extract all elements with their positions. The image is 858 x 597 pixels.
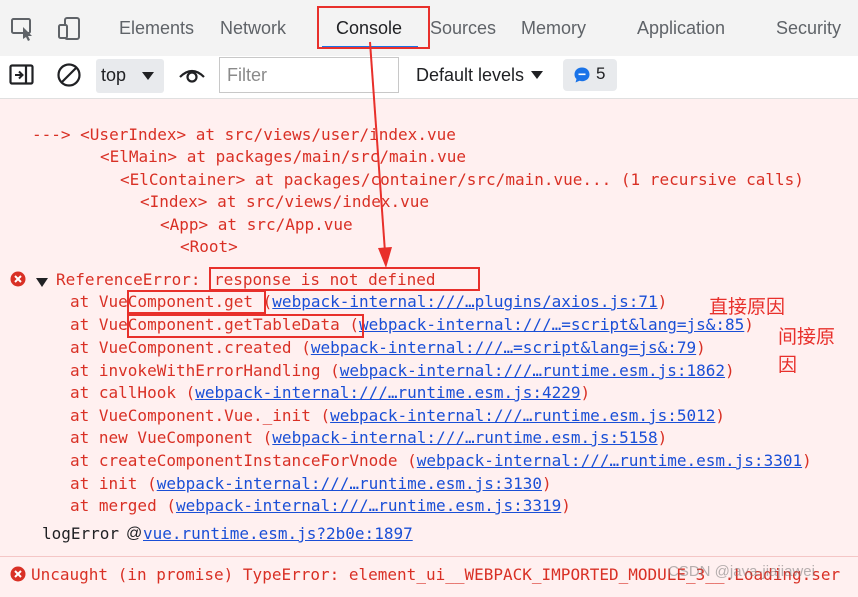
tab-sources[interactable]: Sources — [430, 18, 496, 39]
stack-frame-function: at merged — [70, 496, 157, 515]
error-circle-icon — [10, 271, 26, 292]
paren-close: ) — [542, 474, 552, 493]
stack-frame-function: at VueComponent.created — [70, 338, 292, 357]
expand-triangle-icon[interactable] — [36, 275, 48, 293]
context-dropdown-caret-icon — [142, 72, 154, 80]
stack-frame-link[interactable]: webpack-internal:///…runtime.esm.js:4229 — [195, 383, 580, 402]
log-levels-dropdown[interactable]: Default levels — [416, 65, 524, 86]
paren-open: ( — [175, 383, 196, 402]
stack-frame-source: (webpack-internal:///…=script&lang=js&:7… — [292, 338, 706, 358]
component-trace-line: <Root> — [180, 237, 238, 256]
watermark: CSDN @java-jiajiawei — [668, 563, 815, 580]
live-expression-eye-icon[interactable] — [178, 64, 206, 91]
stack-frame-link[interactable]: webpack-internal:///…runtime.esm.js:1862 — [340, 361, 725, 380]
paren-open: ( — [137, 474, 157, 493]
paren-open: ( — [253, 428, 273, 447]
tab-elements[interactable]: Elements — [119, 18, 194, 39]
stack-frame-link[interactable]: webpack-internal:///…runtime.esm.js:5158 — [272, 428, 657, 447]
indirect-cause-highlight-box — [127, 314, 364, 338]
log-error-at: @ — [126, 525, 143, 542]
stack-frame-function: at createComponentInstanceForVnode — [70, 451, 398, 470]
paren-close: ) — [725, 361, 735, 380]
stack-frame-function: at VueComponent.Vue._init — [70, 406, 311, 425]
device-toolbar-icon[interactable] — [57, 16, 83, 42]
stack-frame-link[interactable]: webpack-internal:///…runtime.esm.js:3130 — [157, 474, 542, 493]
issues-count: 5 — [596, 64, 606, 83]
inspect-element-icon[interactable] — [10, 16, 36, 42]
paren-open: ( — [320, 361, 340, 380]
paren-open: ( — [156, 496, 176, 515]
tab-memory[interactable]: Memory — [521, 18, 586, 39]
direct-cause-highlight-box — [127, 290, 266, 314]
stack-frame-function: at callHook — [70, 383, 176, 402]
paren-open: ( — [291, 338, 311, 357]
stack-frame-link[interactable]: webpack-internal:///…runtime.esm.js:3301 — [417, 451, 802, 470]
stack-frame-function: at invokeWithErrorHandling — [70, 361, 321, 380]
component-trace-line: <ElMain> at packages/main/src/main.vue — [100, 147, 467, 166]
stack-frame-source: (webpack-internal:///…=script&lang=js&:8… — [340, 315, 754, 335]
paren-close: ) — [561, 496, 571, 515]
indirect-cause-note-cont: 因 — [778, 355, 798, 376]
paren-close: ) — [580, 383, 591, 402]
stack-frame-source: (webpack-internal:///…plugins/axios.js:7… — [253, 292, 668, 312]
stack-frame-link[interactable]: webpack-internal:///…plugins/axios.js:71 — [272, 292, 657, 311]
stack-frame-link[interactable]: webpack-internal:///…runtime.esm.js:3319 — [176, 496, 561, 515]
paren-close: ) — [657, 428, 668, 447]
tab-security[interactable]: Security — [776, 18, 841, 39]
stack-frame-source: (webpack-internal:///…runtime.esm.js:313… — [137, 474, 552, 494]
paren-open: ( — [397, 451, 417, 470]
stack-frame-function: at new VueComponent — [70, 428, 254, 447]
annotation-arrow-icon — [369, 41, 392, 268]
context-selector-label: top — [101, 65, 127, 85]
clear-console-icon[interactable] — [56, 62, 82, 93]
paren-close: ) — [657, 292, 668, 311]
show-sidebar-icon[interactable] — [9, 64, 35, 91]
stack-frame-link[interactable]: webpack-internal:///…=script&lang=js&:85 — [359, 315, 744, 334]
error-type: ReferenceError: — [56, 270, 201, 289]
error-message-highlight-box — [209, 267, 480, 291]
tab-application[interactable]: Application — [637, 18, 725, 39]
paren-close: ) — [696, 338, 706, 357]
stack-frame-source: (webpack-internal:///…runtime.esm.js:422… — [175, 383, 591, 403]
paren-open: ( — [310, 406, 331, 425]
stack-frame-link[interactable]: webpack-internal:///…runtime.esm.js:5012 — [330, 406, 715, 425]
log-levels-caret-icon — [531, 71, 543, 79]
paren-close: ) — [802, 451, 812, 470]
tab-network[interactable]: Network — [220, 18, 286, 39]
indirect-cause-note: 间接原 — [778, 327, 836, 348]
message-bubble-icon — [573, 66, 591, 89]
paren-close: ) — [715, 406, 726, 425]
stack-frame-function: at init — [70, 474, 138, 493]
stack-frame-source: (webpack-internal:///…runtime.esm.js:186… — [320, 361, 735, 381]
stack-frame-link[interactable]: webpack-internal:///…=script&lang=js&:79 — [311, 338, 696, 357]
log-error-label: logError — [42, 524, 120, 543]
error-circle-icon — [10, 566, 26, 587]
stack-frame-source: (webpack-internal:///…runtime.esm.js:330… — [398, 451, 812, 471]
stack-frame-source: (webpack-internal:///…runtime.esm.js:501… — [311, 406, 725, 426]
log-error-source-link[interactable]: vue.runtime.esm.js?2b0e:1897 — [143, 524, 413, 544]
direct-cause-note: 直接原因 — [709, 297, 786, 318]
stack-frame-source: (webpack-internal:///…runtime.esm.js:331… — [157, 496, 571, 516]
stack-frame-source: (webpack-internal:///…runtime.esm.js:515… — [253, 428, 668, 448]
component-trace-line: <ElContainer> at packages/container/src/… — [120, 170, 804, 189]
component-trace-line: <App> at src/App.vue — [160, 215, 353, 234]
